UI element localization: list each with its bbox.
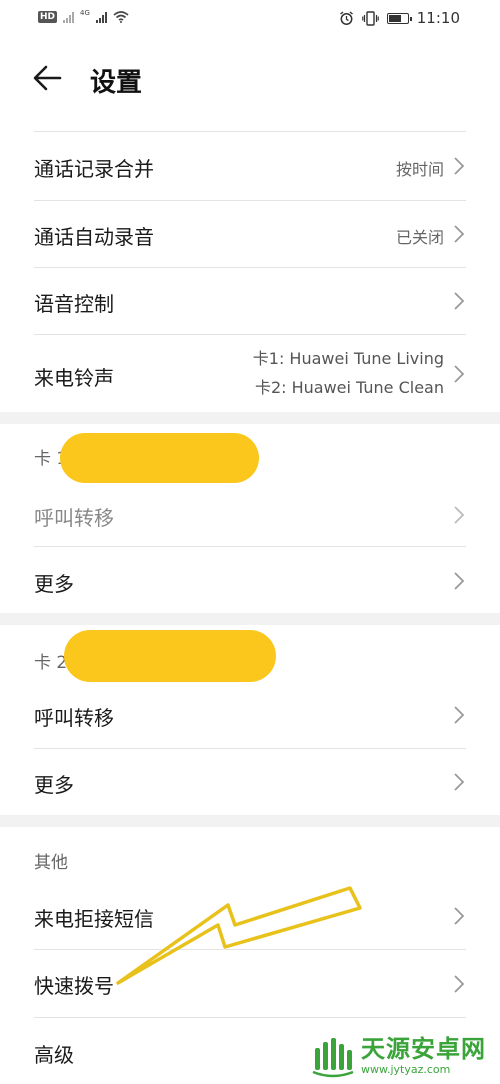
row-label: 语音控制 (34, 292, 114, 316)
battery-icon (386, 12, 412, 24)
chevron-right-icon (454, 907, 465, 925)
ringtone-values: 卡1: Huawei Tune Living 卡2: Huawei Tune C… (253, 344, 444, 402)
row-label: 更多 (34, 572, 74, 596)
ringtone-card2: 卡2: Huawei Tune Clean (254, 378, 444, 397)
chevron-right-icon (454, 572, 465, 590)
row-voice-control[interactable]: 语音控制 (0, 268, 500, 334)
watermark-logo-icon (312, 1038, 354, 1078)
watermark-text: 天源安卓网 www.jytyaz.com (361, 1037, 486, 1075)
row-label: 通话记录合并 (34, 157, 154, 181)
app-header: 设置 (0, 40, 500, 118)
alarm-icon (339, 10, 353, 25)
network-type: 4G (80, 9, 90, 17)
chevron-right-icon (454, 225, 465, 243)
chevron-right-icon (454, 706, 465, 724)
row-card1-more[interactable]: 更多 (0, 547, 500, 613)
section-header-card2: 卡 2 (34, 653, 68, 673)
signal-sim2-icon (95, 11, 107, 23)
row-label: 快速拨号 (34, 974, 114, 998)
vibrate-icon (361, 10, 379, 26)
row-label: 呼叫转移 (34, 706, 114, 730)
signal-sim1-icon (63, 11, 75, 23)
row-label: 高级 (34, 1043, 74, 1067)
row-call-log-merge[interactable]: 通话记录合并 按时间 (0, 132, 500, 200)
chevron-right-icon (454, 975, 465, 993)
chevron-right-icon (454, 365, 465, 383)
row-label: 来电拒接短信 (34, 907, 154, 931)
row-value: 按时间 (395, 160, 444, 179)
row-label: 来电铃声 (34, 366, 114, 390)
row-value: 已关闭 (395, 228, 444, 247)
site-watermark: 天源安卓网 www.jytyaz.com (311, 1034, 486, 1078)
page-title: 设置 (90, 68, 143, 98)
section-gap (0, 815, 500, 827)
watermark-title: 天源安卓网 (361, 1035, 486, 1063)
row-ringtone[interactable]: 来电铃声 卡1: Huawei Tune Living 卡2: Huawei T… (0, 335, 500, 412)
row-card2-more[interactable]: 更多 (0, 749, 500, 815)
row-auto-record[interactable]: 通话自动录音 已关闭 (0, 201, 500, 267)
battery-level-fill (388, 14, 401, 22)
row-label: 更多 (34, 773, 74, 797)
wifi-icon (113, 11, 129, 23)
section-gap (0, 412, 500, 424)
redaction-mark (60, 433, 259, 483)
section-gap (0, 613, 500, 625)
row-card2-call-forwarding[interactable]: 呼叫转移 (0, 682, 500, 748)
status-time: 11:10 (416, 9, 460, 27)
row-label: 呼叫转移 (34, 506, 114, 530)
row-speed-dial[interactable]: 快速拨号 (0, 950, 500, 1017)
ringtone-card1: 卡1: Huawei Tune Living (252, 349, 444, 368)
chevron-right-icon (454, 292, 465, 310)
watermark-url: www.jytyaz.com (361, 1063, 451, 1076)
row-label: 通话自动录音 (34, 225, 154, 249)
back-button[interactable] (30, 58, 70, 98)
status-left: HD 4G (38, 9, 129, 23)
chevron-right-icon (454, 773, 465, 791)
chevron-right-icon (454, 506, 465, 524)
back-arrow-icon (33, 65, 62, 91)
row-card1-call-forwarding[interactable]: 呼叫转移 (0, 480, 500, 546)
redaction-mark (64, 630, 276, 682)
section-header-other: 其他 (34, 853, 68, 873)
chevron-right-icon (454, 157, 465, 175)
status-bar: HD 4G 11:10 (0, 0, 500, 38)
status-right: 11:10 (339, 9, 460, 27)
row-reject-sms[interactable]: 来电拒接短信 (0, 883, 500, 949)
hd-badge: HD (38, 11, 58, 23)
